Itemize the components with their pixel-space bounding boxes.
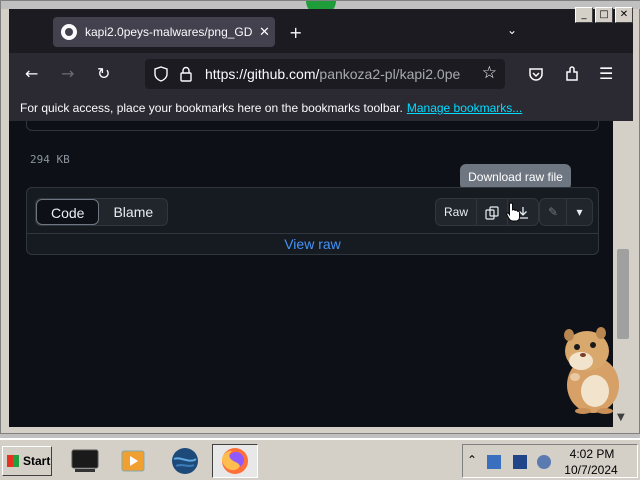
terminal-app-icon [71, 449, 99, 472]
forward-arrow-icon[interactable]: → [61, 64, 74, 84]
bookmarks-message: For quick access, place your bookmarks h… [20, 101, 403, 115]
start-label: Start [23, 454, 51, 468]
github-icon [61, 24, 77, 40]
raw-button[interactable]: Raw [436, 199, 478, 225]
tab-strip: kapi2.0peys-malwares/png_GDI ✕ + ⌄ [9, 9, 633, 53]
new-tab-button[interactable]: + [289, 23, 302, 42]
url-host: https://github.com/ [205, 66, 320, 82]
network-icon[interactable] [487, 455, 501, 469]
back-arrow-icon[interactable]: ← [25, 64, 38, 84]
manage-bookmarks-link[interactable]: Manage bookmarks... [407, 101, 522, 115]
list-tabs-chevron-icon[interactable]: ⌄ [507, 23, 517, 37]
start-button[interactable]: Start [2, 446, 52, 476]
show-hidden-icons-chevron-icon[interactable]: ⌃ [467, 453, 477, 467]
tab-code[interactable]: Code [36, 199, 100, 225]
display-icon[interactable] [513, 455, 527, 469]
menu-hamburger-icon[interactable]: ☰ [599, 64, 613, 84]
taskbar: Start ⌃ 4:02 PM 10/7/2024 [0, 438, 640, 480]
bookmarks-toolbar: For quick access, place your bookmarks h… [9, 95, 633, 121]
more-edit-chevron-icon[interactable]: ▾ [566, 199, 592, 225]
copy-raw-button[interactable] [477, 199, 509, 225]
edit-pencil-icon[interactable]: ✎ [540, 199, 566, 225]
tab-title: kapi2.0peys-malwares/png_GDI [85, 25, 253, 39]
file-size: 294 KB [30, 153, 70, 166]
taskbar-app-terminal[interactable] [68, 444, 102, 478]
reload-icon[interactable]: ↻ [97, 64, 110, 84]
desktop: kapi2.0peys-malwares/png_GDI ✕ + ⌄ _ □ ✕… [0, 0, 640, 480]
tab-blame[interactable]: Blame [99, 199, 167, 225]
media-player-icon [121, 450, 145, 472]
lock-icon[interactable] [179, 66, 193, 82]
browser-tab[interactable]: kapi2.0peys-malwares/png_GDI ✕ [53, 17, 275, 47]
navigation-toolbar: ← → ↻ https://github.com/pankoza2-pl/kap… [9, 53, 633, 95]
maximize-button[interactable]: □ [595, 7, 613, 23]
view-raw-link[interactable]: View raw [27, 234, 598, 256]
windows-logo-icon [7, 455, 19, 467]
raw-actions: Raw [435, 198, 540, 226]
copy-icon [485, 206, 499, 220]
code-blame-toggle: Code Blame [35, 198, 169, 226]
url-path: pankoza2-pl/kapi2.0pe [319, 66, 461, 82]
tab-close-button[interactable]: ✕ [259, 25, 270, 40]
system-tray: ⌃ 4:02 PM 10/7/2024 [462, 444, 638, 478]
globe-icon [172, 448, 198, 474]
previous-panel [26, 121, 599, 131]
taskbar-app-globe[interactable] [168, 444, 202, 478]
url-text: https://github.com/pankoza2-pl/kapi2.0pe [205, 66, 461, 82]
url-bar[interactable]: https://github.com/pankoza2-pl/kapi2.0pe… [145, 59, 505, 89]
volume-icon[interactable] [537, 455, 551, 469]
extensions-icon[interactable] [563, 65, 581, 83]
window-controls: _ □ ✕ [575, 7, 633, 23]
hamster-sticker [564, 327, 619, 414]
page-content: 294 KB Download raw file Code Blame Raw [9, 121, 633, 427]
taskbar-app-media[interactable] [116, 444, 150, 478]
firefox-icon [222, 448, 248, 474]
clock-time[interactable]: 4:02 PM [567, 447, 617, 461]
bookmark-star-icon[interactable]: ☆ [482, 63, 497, 83]
shield-icon[interactable] [153, 66, 169, 82]
taskbar-app-firefox[interactable] [212, 444, 258, 478]
edit-actions: ✎ ▾ [539, 198, 593, 226]
close-button[interactable]: ✕ [615, 7, 633, 23]
hand-cursor-icon [506, 202, 520, 222]
clock-date[interactable]: 10/7/2024 [561, 463, 621, 477]
pocket-icon[interactable] [527, 65, 545, 83]
browser-window: kapi2.0peys-malwares/png_GDI ✕ + ⌄ _ □ ✕… [0, 0, 640, 434]
minimize-button[interactable]: _ [575, 7, 593, 23]
